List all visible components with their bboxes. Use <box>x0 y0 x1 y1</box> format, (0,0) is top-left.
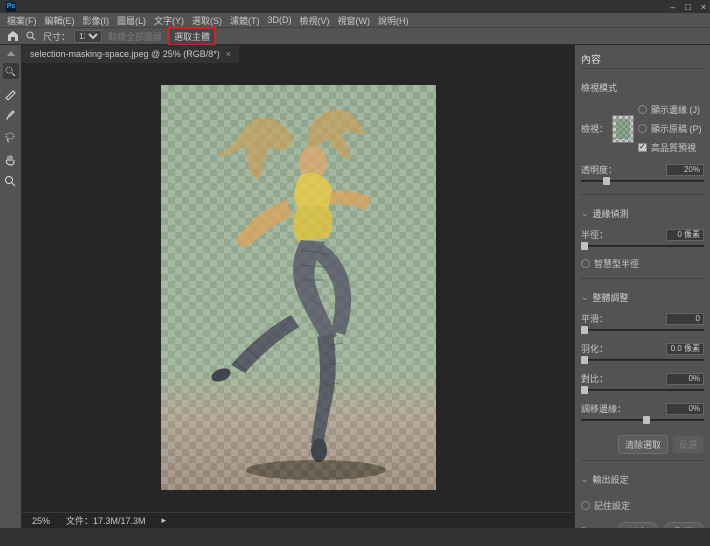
home-icon[interactable] <box>6 29 20 43</box>
smooth-label: 平滑： <box>581 312 608 325</box>
show-original-label: 顯示原稿 (P) <box>651 122 702 135</box>
brush-tool[interactable] <box>3 107 19 123</box>
select-subject-button[interactable]: 選取主體 <box>168 27 216 46</box>
zoom-tool[interactable] <box>3 173 19 189</box>
hq-preview-check[interactable] <box>638 143 647 152</box>
hq-preview-label: 高品質預視 <box>651 141 696 154</box>
global-refine-section[interactable]: 整體調整 <box>581 291 704 304</box>
status-bar: 25% 文件：17.3M/17.3M ▸ <box>22 512 574 528</box>
menu-3d[interactable]: 3D(D) <box>265 15 295 25</box>
quick-select-tool[interactable] <box>3 63 19 79</box>
smooth-slider[interactable] <box>581 326 704 334</box>
title-bar: Ps – □ × <box>0 0 710 13</box>
menu-bar: 檔案(F) 編輯(E) 影像(I) 圖層(L) 文字(Y) 選取(S) 濾鏡(T… <box>0 13 710 27</box>
edge-detect-section[interactable]: 邊緣偵測 <box>581 207 704 220</box>
menu-select[interactable]: 選取(S) <box>189 14 225 27</box>
shift-edge-label: 調移邊緣： <box>581 402 626 415</box>
menu-filter[interactable]: 濾鏡(T) <box>227 14 263 27</box>
reset-icon[interactable]: ↻ <box>581 525 590 528</box>
size-select[interactable]: 13 <box>74 30 102 43</box>
show-original-radio[interactable] <box>638 124 647 133</box>
properties-panel: 內容 檢視模式 檢視： 顯示邊緣 (J) 顯示原稿 (P) 高品質預視 透明度：… <box>574 45 710 528</box>
canvas-viewport[interactable] <box>22 63 574 512</box>
minimize-button[interactable]: – <box>670 2 675 12</box>
document-tabs: selection-masking-space.jpeg @ 25% (RGB/… <box>22 45 574 63</box>
menu-help[interactable]: 說明(H) <box>375 14 412 27</box>
canvas-area: selection-masking-space.jpeg @ 25% (RGB/… <box>22 45 574 528</box>
document-info: 文件：17.3M/17.3M <box>66 514 146 527</box>
feather-label: 羽化： <box>581 342 608 355</box>
smart-radius-label: 智慧型半徑 <box>594 257 639 270</box>
size-label: 尺寸： <box>43 30 70 43</box>
show-edge-radio[interactable] <box>638 105 647 114</box>
toolbar <box>0 45 22 528</box>
document-tab[interactable]: selection-masking-space.jpeg @ 25% (RGB/… <box>22 45 239 63</box>
document-title: selection-masking-space.jpeg @ 25% (RGB/… <box>30 49 220 59</box>
ok-button[interactable]: 確定 <box>618 522 658 528</box>
menu-edit[interactable]: 編輯(E) <box>42 14 78 27</box>
opacity-label: 透明度： <box>581 163 617 176</box>
feather-value[interactable]: 0.0 像素 <box>666 343 704 355</box>
cancel-button[interactable]: 取消 <box>664 522 704 528</box>
contrast-value[interactable]: 0% <box>666 373 704 385</box>
remember-settings-check[interactable] <box>581 501 590 510</box>
invert-button[interactable]: 反選 <box>672 435 704 454</box>
menu-file[interactable]: 檔案(F) <box>4 14 40 27</box>
show-edge-label: 顯示邊緣 (J) <box>651 103 700 116</box>
smart-radius-check[interactable] <box>581 259 590 268</box>
close-button[interactable]: × <box>701 2 706 12</box>
hand-tool[interactable] <box>3 151 19 167</box>
shift-edge-slider[interactable] <box>581 416 704 424</box>
radius-label: 半徑： <box>581 228 608 241</box>
refine-edge-brush-tool[interactable] <box>3 85 19 101</box>
lasso-tool[interactable] <box>3 129 19 145</box>
panel-title: 內容 <box>581 49 704 69</box>
maximize-button[interactable]: □ <box>685 2 690 12</box>
opacity-value[interactable]: 20% <box>666 164 704 176</box>
view-mode-section: 檢視模式 <box>581 81 704 94</box>
toolbar-toggle-icon[interactable] <box>7 51 15 56</box>
menu-layer[interactable]: 圖層(L) <box>114 14 149 27</box>
app-logo: Ps <box>6 2 16 12</box>
menu-window[interactable]: 視窗(W) <box>335 14 374 27</box>
view-label: 檢視： <box>581 122 608 135</box>
menu-type[interactable]: 文字(Y) <box>151 14 187 27</box>
opacity-slider[interactable] <box>581 177 704 185</box>
status-chevron-icon[interactable]: ▸ <box>162 515 167 526</box>
tool-preset-icon[interactable] <box>26 31 37 42</box>
radius-slider[interactable] <box>581 242 704 250</box>
tab-close-icon[interactable]: × <box>226 49 231 59</box>
contrast-label: 對比： <box>581 372 608 385</box>
view-thumbnail[interactable] <box>612 115 634 143</box>
contrast-slider[interactable] <box>581 386 704 394</box>
radius-value[interactable]: 0 像素 <box>666 229 704 241</box>
remember-settings-label: 記住設定 <box>594 499 630 512</box>
smooth-value[interactable]: 0 <box>666 313 704 325</box>
zoom-level[interactable]: 25% <box>32 516 50 526</box>
clear-selection-button[interactable]: 清除選取 <box>618 435 668 454</box>
options-bar: 尺寸： 13 取樣全部圖層 選取主體 <box>0 27 710 45</box>
canvas-image <box>161 85 436 490</box>
feather-slider[interactable] <box>581 356 704 364</box>
shift-edge-value[interactable]: 0% <box>666 403 704 415</box>
menu-image[interactable]: 影像(I) <box>80 14 113 27</box>
output-section[interactable]: 輸出設定 <box>581 473 704 486</box>
menu-view[interactable]: 檢視(V) <box>297 14 333 27</box>
sample-all-layers-button[interactable]: 取樣全部圖層 <box>108 30 162 43</box>
